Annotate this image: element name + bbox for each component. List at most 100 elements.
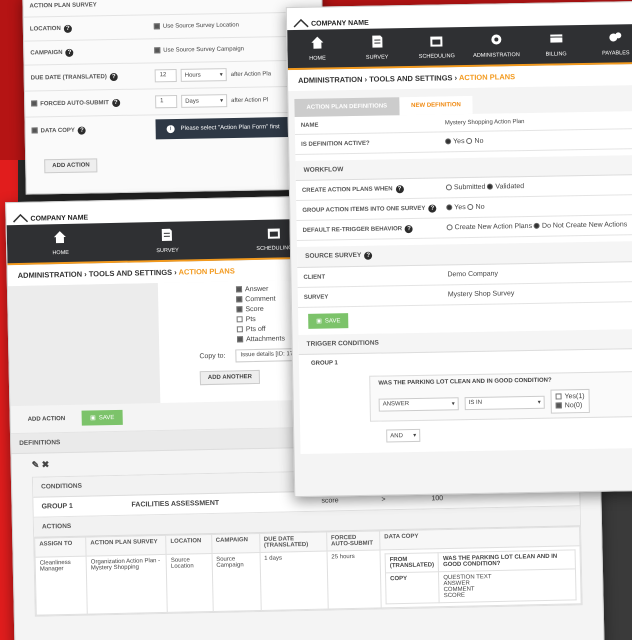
label-retrigger: DEFAULT RE-TRIGGER BEHAVIOR? [297, 224, 447, 235]
window-new-definition: COMPANY NAME HOME SURVEY SCHEDULING ADMI… [285, 0, 632, 498]
condition-box: WAS THE PARKING LOT CLEAN AND IN GOOD CO… [369, 371, 632, 422]
billing-icon [549, 34, 562, 43]
radio-active-yes[interactable]: Yes [445, 138, 465, 145]
label-location: LOCATION? [24, 23, 154, 33]
label-active: IS DEFINITION ACTIVE? [301, 140, 370, 148]
info-icon: i [166, 124, 175, 134]
label-group-items: GROUP ACTION ITEMS INTO ONE SURVEY? [296, 204, 446, 215]
add-action-button[interactable]: ADD ACTION [44, 158, 98, 174]
survey-icon [162, 228, 173, 241]
cell-campaign: Source Campaign [211, 552, 261, 612]
gear-icon [491, 34, 502, 45]
help-icon[interactable]: ? [77, 126, 86, 135]
radio-group-no[interactable]: No [467, 204, 485, 211]
label-survey: SURVEY [303, 293, 329, 301]
help-icon[interactable]: ? [109, 72, 118, 81]
help-icon[interactable]: ? [65, 48, 74, 57]
name-input[interactable]: Mystery Shopping Action Plan [445, 119, 525, 126]
add-another-button[interactable]: ADD ANOTHER [199, 369, 261, 386]
nav-survey[interactable]: SURVEY [347, 28, 407, 67]
col-due: DUE DATE (TRANSLATED) [259, 532, 327, 553]
answer-select[interactable]: ANSWER ▾ [378, 396, 459, 412]
save-button[interactable]: ▣ SAVE [308, 313, 349, 329]
table-row: Cleanliness Manager Organization Action … [35, 545, 582, 616]
radio-submitted[interactable]: Submitted [445, 184, 486, 192]
nav-scheduling[interactable]: SCHEDULING [406, 27, 466, 66]
cell-due: 1 days [259, 551, 328, 611]
forced-unit-select[interactable]: Days ▾ [181, 94, 228, 108]
radio-active-no[interactable]: No [466, 138, 484, 145]
nav-administration[interactable]: ADMINISTRATION [466, 26, 526, 65]
group-value: FACILITIES ASSESSMENT [131, 499, 220, 509]
group-label: GROUP 1 [41, 502, 73, 511]
due-unit-select[interactable]: Hours ▾ [180, 68, 227, 82]
due-value-input[interactable]: 12 [154, 68, 177, 83]
radio-group-yes[interactable]: Yes [446, 204, 466, 211]
question-text: WAS THE PARKING LOT CLEAN AND IN GOOD CO… [378, 377, 552, 387]
save-icon: ▣ [90, 415, 96, 422]
help-icon[interactable]: ? [428, 204, 437, 213]
radio-create-new[interactable]: Create New Action Plans [446, 223, 532, 231]
survey-value[interactable]: Mystery Shop Survey [448, 290, 515, 298]
nav-survey[interactable]: SURVEY [114, 221, 222, 261]
due-after-text: after Action Pla [230, 70, 272, 78]
copy-value: QUESTION TEXT ANSWER COMMENT SCORE [438, 568, 577, 603]
and-select[interactable]: AND ▾ [386, 428, 421, 443]
label-create-when: CREATE ACTION PLANS WHEN? [296, 184, 446, 195]
cell-forced: 25 hours [326, 549, 382, 610]
copy-label: COPY [385, 571, 440, 604]
help-icon[interactable]: ? [405, 224, 414, 233]
cell-data-copy: FROM (TRANSLATED) WAS THE PARKING LOT CLE… [380, 545, 582, 608]
payables-icon [609, 32, 622, 42]
save-icon: ▣ [316, 318, 322, 325]
col-location: LOCATION [165, 534, 212, 555]
window-action-plan-settings: ACTION PLAN SURVEY LOCATION? Use Source … [22, 0, 326, 195]
help-icon[interactable]: ? [395, 184, 404, 193]
label-due-date: DUE DATE (TRANSLATED)? [25, 72, 155, 82]
save-button[interactable]: ▣ SAVE [81, 409, 123, 426]
label-forced: FORCED AUTO-SUBMIT? [25, 98, 155, 108]
score-op: > [381, 496, 386, 504]
cell-location: Source Location [166, 553, 213, 613]
nav-home[interactable]: HOME [7, 223, 115, 263]
edit-icon[interactable]: ✎ [32, 460, 40, 470]
nav-payables[interactable]: PAYABLES [585, 24, 632, 63]
cell-assign: Cleanliness Manager [35, 556, 88, 616]
help-icon[interactable]: ? [111, 98, 120, 107]
delete-icon[interactable]: ✖ [42, 459, 50, 469]
info-banner: i Please select "Action Plan Form" first [155, 116, 296, 140]
label-client: CLIENT [303, 274, 326, 281]
left-panel [7, 283, 161, 407]
col-forced: FORCED AUTO-SUBMIT [326, 530, 381, 552]
campaign-checkbox[interactable]: Use Source Survey Campaign [154, 46, 244, 54]
nav-billing[interactable]: BILLING [526, 25, 586, 64]
score-val: 100 [431, 495, 444, 503]
client-value[interactable]: Demo Company [447, 271, 498, 279]
value-list[interactable]: Yes(1) No(0) [550, 388, 590, 414]
label-name: NAME [300, 122, 319, 129]
cell-survey: Organization Action Plan - Mystery Shopp… [86, 554, 168, 615]
calendar-icon [268, 228, 281, 239]
home-icon [311, 36, 324, 49]
location-checkbox[interactable]: Use Source Survey Location [153, 22, 239, 30]
operator-select[interactable]: IS IN ▾ [464, 395, 545, 410]
radio-validated[interactable]: Validated [487, 183, 524, 191]
calendar-icon [430, 36, 443, 47]
add-action-button[interactable]: ADD ACTION [21, 412, 73, 425]
forced-after-text: after Action Pl [231, 96, 269, 104]
tab-definitions[interactable]: ACTION PLAN DEFINITIONS [294, 97, 400, 118]
nav-home[interactable]: HOME [287, 29, 347, 68]
tab-new-definition[interactable]: NEW DEFINITION [399, 95, 473, 116]
col-survey: ACTION PLAN SURVEY [85, 535, 167, 557]
radio-do-not-create[interactable]: Do Not Create New Actions [533, 221, 627, 230]
survey-icon [371, 35, 382, 48]
actions-table: ASSIGN TO ACTION PLAN SURVEY LOCATION CA… [34, 526, 582, 616]
help-icon[interactable]: ? [63, 24, 72, 33]
option-no[interactable]: No(0) [555, 401, 585, 411]
help-icon[interactable]: ? [364, 251, 373, 260]
from-label: FROM (TRANSLATED) [385, 552, 439, 573]
home-icon [54, 231, 67, 244]
forced-value-input[interactable]: 1 [155, 94, 178, 109]
label-data-copy: DATA COPY? [26, 125, 156, 135]
label-action-plan-survey: ACTION PLAN SURVEY [29, 1, 97, 10]
